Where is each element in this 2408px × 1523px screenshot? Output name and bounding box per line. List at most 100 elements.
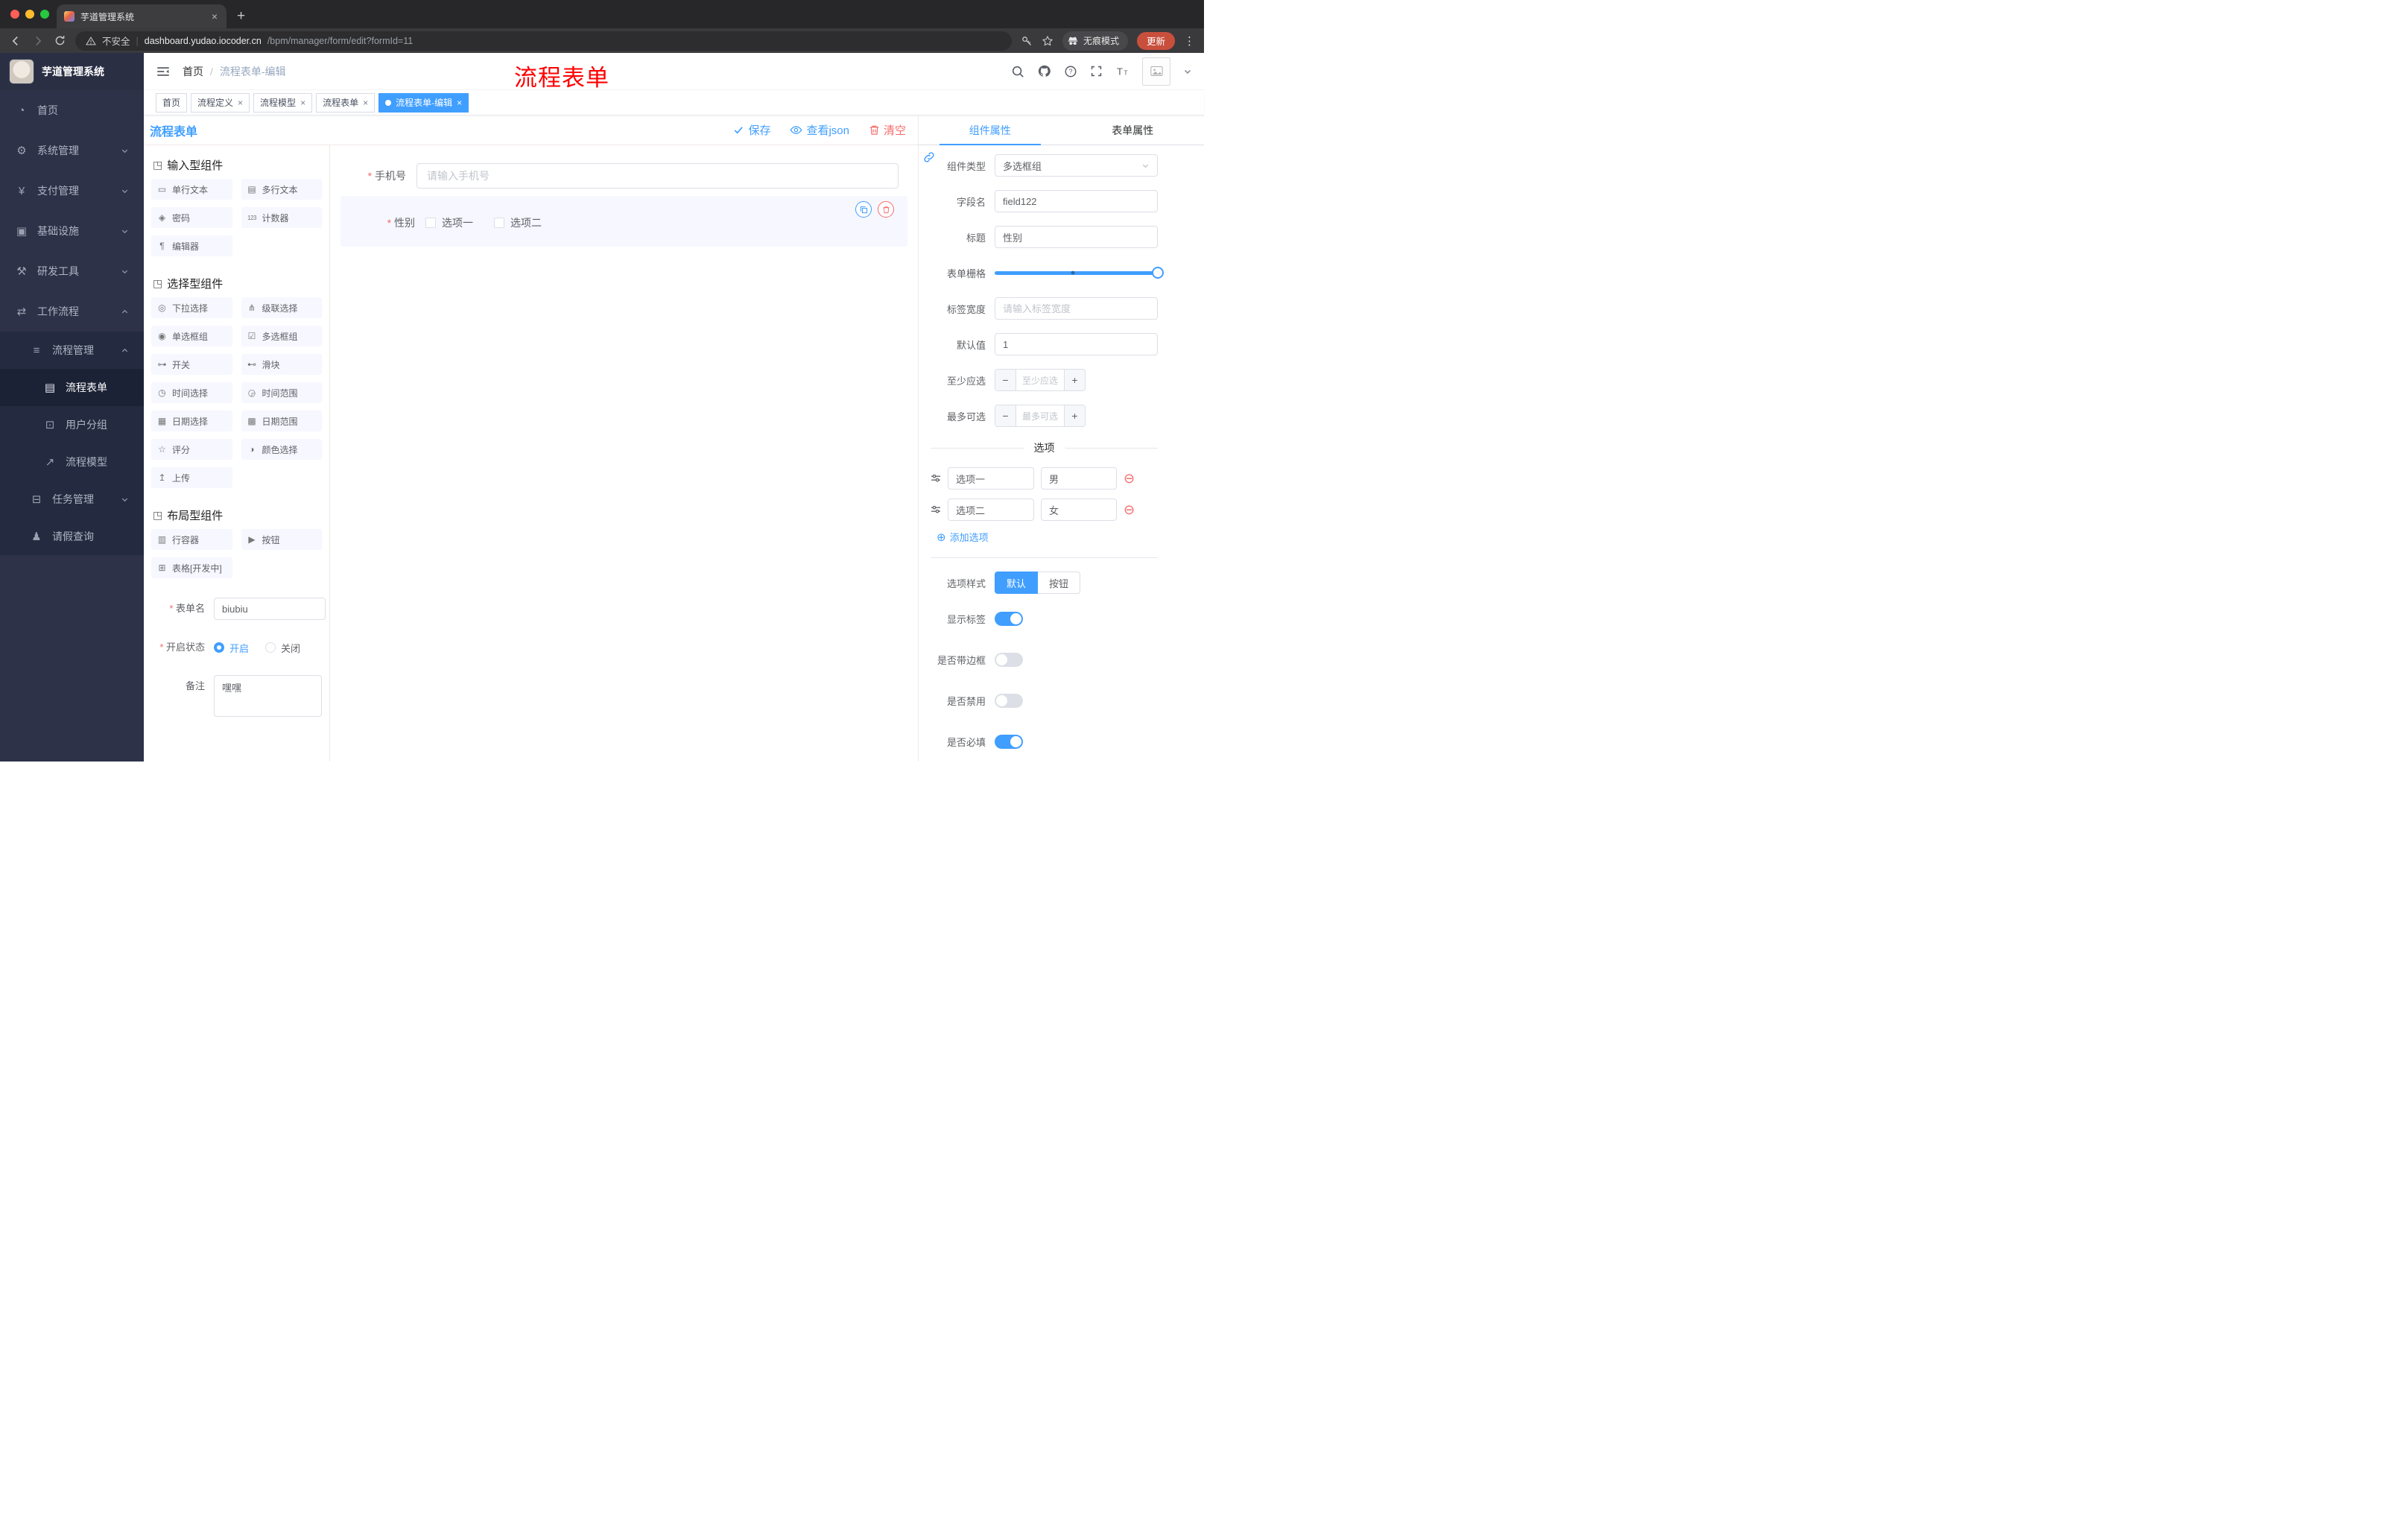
drag-handle-icon[interactable]: [931, 473, 941, 484]
palette-item-row-container[interactable]: ▥ 行容器: [151, 529, 232, 550]
tab-component-properties[interactable]: 组件属性: [919, 115, 1062, 145]
title-input[interactable]: [995, 226, 1158, 248]
tag-process-model[interactable]: 流程模型 ×: [253, 92, 313, 113]
palette-item-counter[interactable]: 123 计数器: [241, 207, 322, 228]
form-grid-slider[interactable]: [995, 262, 1164, 284]
browser-tab[interactable]: 芋道管理系统 ×: [57, 4, 226, 28]
gender-option2-checkbox[interactable]: 选项二: [494, 215, 542, 230]
link-icon[interactable]: [922, 151, 936, 164]
clear-button[interactable]: 清空: [869, 122, 906, 138]
gender-option1-checkbox[interactable]: 选项一: [425, 215, 473, 230]
sidebar-collapse-icon[interactable]: [156, 64, 171, 79]
tag-process-form[interactable]: 流程表单 ×: [316, 92, 376, 113]
app-logo[interactable]: 芋道管理系统: [0, 53, 144, 90]
github-icon[interactable]: [1037, 64, 1051, 78]
increase-icon[interactable]: +: [1064, 370, 1085, 390]
window-zoom-button[interactable]: [40, 10, 49, 19]
palette-item-cascader[interactable]: ⋔ 级联选择: [241, 297, 322, 318]
palette-item-table[interactable]: ⊞ 表格[开发中]: [151, 557, 232, 578]
sidebar-item-task-management[interactable]: ⊟ 任务管理: [0, 481, 144, 518]
decrease-icon[interactable]: −: [995, 405, 1016, 426]
style-button-button[interactable]: 按钮: [1038, 571, 1081, 594]
search-icon[interactable]: [1011, 65, 1024, 78]
back-icon[interactable]: [9, 34, 22, 48]
phone-field-input[interactable]: [416, 163, 899, 189]
palette-item-switch[interactable]: ⊶ 开关: [151, 354, 232, 375]
option2-label-input[interactable]: [948, 498, 1034, 521]
user-avatar[interactable]: [1142, 57, 1170, 86]
form-remark-textarea[interactable]: 嘿嘿: [214, 675, 322, 717]
browser-update-button[interactable]: 更新: [1136, 31, 1175, 50]
sidebar-item-workflow[interactable]: ⇄ 工作流程: [0, 291, 144, 332]
palette-item-upload[interactable]: ↥ 上传: [151, 467, 232, 488]
option2-value-input[interactable]: [1041, 498, 1117, 521]
sidebar-item-leave-query[interactable]: ♟ 请假查询: [0, 518, 144, 555]
tag-process-definition[interactable]: 流程定义 ×: [191, 92, 250, 113]
border-switch[interactable]: [995, 652, 1023, 667]
decrease-icon[interactable]: −: [995, 370, 1016, 390]
view-json-button[interactable]: 查看json: [790, 122, 849, 138]
remove-option-icon[interactable]: ⊖: [1124, 472, 1135, 485]
palette-item-date-picker[interactable]: ▦ 日期选择: [151, 411, 232, 431]
save-button[interactable]: 保存: [733, 122, 770, 138]
option1-label-input[interactable]: [948, 467, 1034, 490]
sidebar-item-dev-tools[interactable]: ⚒ 研发工具: [0, 251, 144, 291]
window-minimize-button[interactable]: [25, 10, 34, 19]
sidebar-item-process-management[interactable]: ≡ 流程管理: [0, 332, 144, 369]
sidebar-item-payment-management[interactable]: ¥ 支付管理: [0, 171, 144, 211]
default-value-input[interactable]: [995, 333, 1158, 355]
palette-item-editor[interactable]: ¶ 编辑器: [151, 235, 232, 256]
component-type-select[interactable]: 多选框组: [995, 154, 1158, 177]
address-bar[interactable]: 不安全 | dashboard.yudao.iocoder.cn/bpm/man…: [75, 31, 1012, 51]
fullscreen-icon[interactable]: [1090, 65, 1103, 77]
palette-item-date-range[interactable]: ▩ 日期范围: [241, 411, 322, 431]
drag-handle-icon[interactable]: [931, 504, 941, 515]
palette-item-textarea[interactable]: ▤ 多行文本: [241, 179, 322, 200]
palette-item-button[interactable]: ▶ 按钮: [241, 529, 322, 550]
new-tab-button[interactable]: +: [237, 8, 245, 25]
palette-item-time-range[interactable]: ◶ 时间范围: [241, 382, 322, 403]
gender-field-item-selected[interactable]: 性别 选项一 选项二: [340, 196, 907, 247]
sidebar-item-home[interactable]: ◔ 首页: [0, 90, 144, 130]
show-label-switch[interactable]: [995, 611, 1023, 626]
slider-track[interactable]: [995, 267, 1164, 279]
palette-item-color-picker[interactable]: ◑ 颜色选择: [241, 439, 322, 460]
tab-form-properties[interactable]: 表单属性: [1062, 115, 1205, 145]
status-on-radio[interactable]: 开启: [214, 641, 249, 655]
palette-item-password[interactable]: ◈ 密码: [151, 207, 232, 228]
add-option-button[interactable]: ⊕ 添加选项: [937, 530, 1158, 544]
window-close-button[interactable]: [10, 10, 19, 19]
phone-field-row[interactable]: 手机号: [340, 163, 907, 189]
reload-icon[interactable]: [54, 34, 66, 47]
tab-close-icon[interactable]: ×: [210, 10, 219, 22]
bookmark-star-icon[interactable]: [1042, 35, 1054, 47]
sidebar-item-system-management[interactable]: ⚙ 系统管理: [0, 130, 144, 171]
palette-item-radio-group[interactable]: ◉ 单选框组: [151, 326, 232, 346]
disabled-switch[interactable]: [995, 693, 1023, 708]
option1-value-input[interactable]: [1041, 467, 1117, 490]
font-size-icon[interactable]: TT: [1115, 64, 1129, 78]
browser-menu-icon[interactable]: ⋮: [1184, 34, 1195, 48]
sidebar-item-process-form[interactable]: ▤ 流程表单: [0, 369, 144, 406]
slider-handle[interactable]: [1152, 267, 1164, 279]
incognito-badge[interactable]: 无痕模式: [1062, 31, 1128, 51]
palette-item-slider[interactable]: ⊷ 滑块: [241, 354, 322, 375]
palette-item-select[interactable]: ◎ 下拉选择: [151, 297, 232, 318]
sidebar-item-user-group[interactable]: ⊡ 用户分组: [0, 406, 144, 443]
forward-icon[interactable]: [31, 34, 45, 48]
sidebar-item-infrastructure[interactable]: ▣ 基础设施: [0, 211, 144, 251]
status-off-radio[interactable]: 关闭: [265, 641, 300, 655]
palette-item-time-picker[interactable]: ◷ 时间选择: [151, 382, 232, 403]
password-key-icon[interactable]: [1021, 35, 1033, 47]
field-name-input[interactable]: [995, 190, 1158, 212]
form-name-input[interactable]: [214, 598, 326, 620]
delete-item-button[interactable]: [878, 201, 894, 218]
help-icon[interactable]: ?: [1064, 65, 1077, 78]
tag-close-icon[interactable]: ×: [457, 98, 462, 108]
increase-icon[interactable]: +: [1064, 405, 1085, 426]
required-switch[interactable]: [995, 734, 1023, 749]
palette-item-rate[interactable]: ☆ 评分: [151, 439, 232, 460]
palette-item-checkbox-group[interactable]: ☑ 多选框组: [241, 326, 322, 346]
security-label[interactable]: 不安全: [102, 34, 130, 48]
tag-close-icon[interactable]: ×: [363, 98, 368, 108]
